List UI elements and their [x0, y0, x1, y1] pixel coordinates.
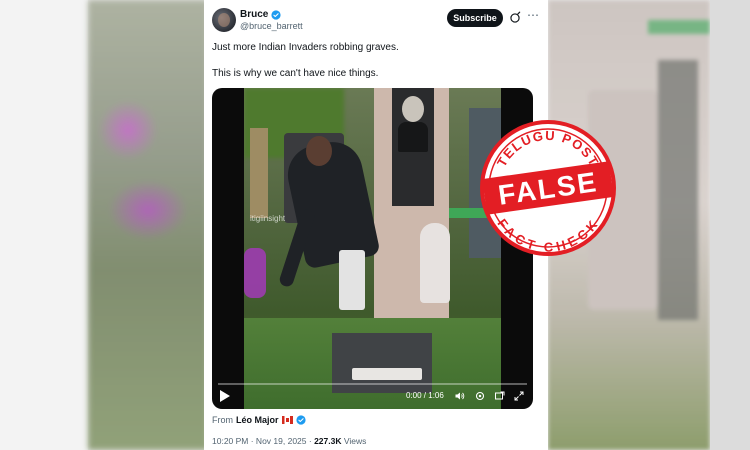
- picture-in-picture-icon[interactable]: [494, 390, 506, 402]
- blurred-video-left: [88, 0, 208, 450]
- tweet-text-line-1: Just more Indian Invaders robbing graves…: [212, 42, 399, 53]
- timestamp[interactable]: 10:20 PM · Nov 19, 2025 ·: [212, 436, 314, 446]
- video-attribution: From Léo Major: [212, 415, 306, 425]
- views-count: 227.3K: [314, 436, 342, 446]
- more-options-icon[interactable]: ⋯: [526, 9, 540, 24]
- left-border: [0, 0, 88, 450]
- volume-icon[interactable]: [454, 390, 466, 402]
- tweet-text-line-2: This is why we can't have nice things.: [212, 68, 379, 79]
- gravestone-portrait: [392, 88, 434, 206]
- false-fact-check-stamp: TELUGU POST FACT CHECK FALSE: [480, 120, 616, 256]
- video-frame[interactable]: [244, 88, 501, 409]
- video-time: 0:00 / 1:06: [406, 391, 444, 400]
- canada-flag-icon: [281, 416, 293, 424]
- user-handle[interactable]: @bruce_barrett: [240, 21, 303, 31]
- verified-icon: [295, 415, 306, 425]
- display-name-text[interactable]: Bruce: [240, 9, 268, 20]
- grok-icon[interactable]: [508, 11, 522, 25]
- from-label: From: [212, 415, 233, 425]
- tweet-text: Just more Indian Invaders robbing graves…: [212, 41, 542, 80]
- views-label: Views: [341, 436, 367, 446]
- right-border: [710, 0, 750, 450]
- avatar[interactable]: [212, 8, 236, 32]
- fullscreen-icon[interactable]: [513, 390, 525, 402]
- video-controls: 0:00 / 1:06: [212, 383, 533, 409]
- attribution-user[interactable]: Léo Major: [236, 415, 279, 425]
- video-progress-bar[interactable]: [218, 383, 527, 385]
- settings-icon[interactable]: [474, 390, 486, 402]
- tweet-meta: 10:20 PM · Nov 19, 2025 · 227.3K Views: [212, 436, 366, 446]
- display-name[interactable]: Bruce: [240, 9, 281, 20]
- video-watermark: itigiinsight: [250, 214, 286, 223]
- subscribe-button[interactable]: Subscribe: [447, 9, 503, 27]
- verified-icon: [271, 9, 281, 20]
- play-icon[interactable]: [220, 390, 230, 402]
